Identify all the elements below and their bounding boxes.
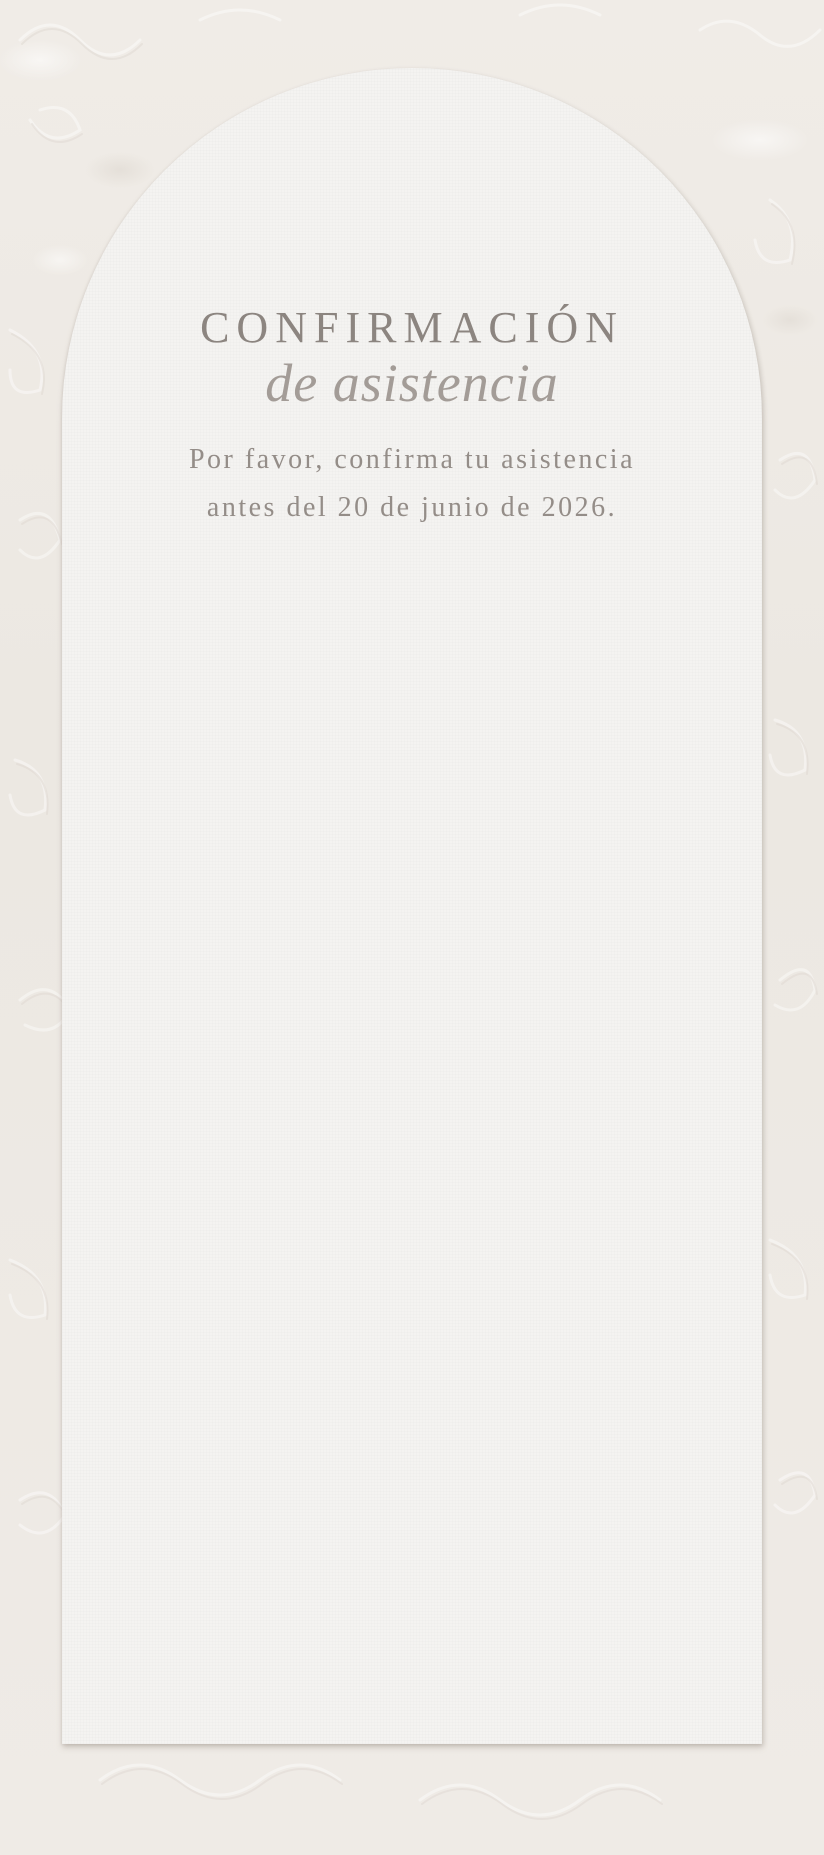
rsvp-title: CONFIRMACIÓN <box>200 303 624 352</box>
rsvp-message: Por favor, confirma tu asistencia antes … <box>62 436 762 532</box>
rsvp-message-line-2: antes del 20 de junio de 2026. <box>206 492 618 523</box>
rsvp-subtitle: de asistencia <box>265 353 559 413</box>
rsvp-message-line-1: Por favor, confirma tu asistencia <box>188 444 636 475</box>
